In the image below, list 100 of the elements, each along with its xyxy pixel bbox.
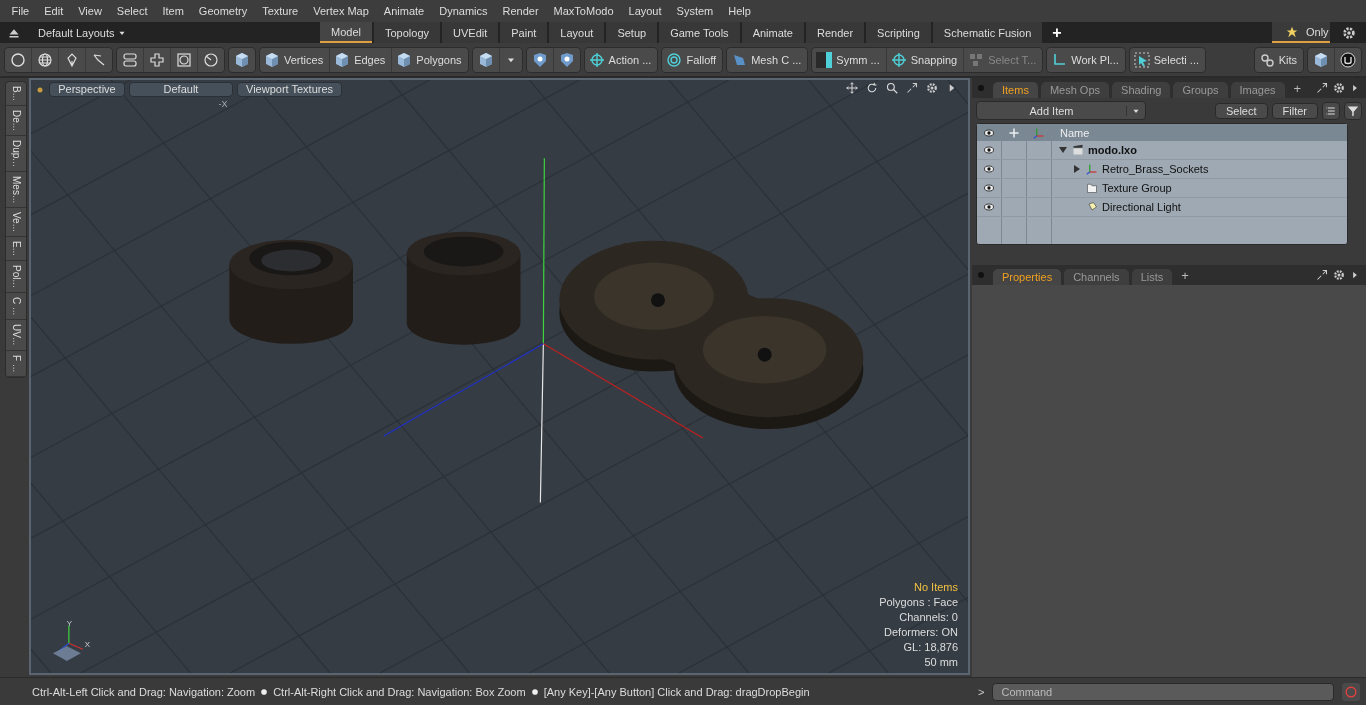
tree-row[interactable]: Directional Light [977,198,1347,217]
filter-icon-button[interactable] [1344,101,1362,120]
panel-tab[interactable]: Channels [1064,269,1129,285]
side-tab[interactable]: Mes... [6,171,26,209]
side-tab[interactable]: C ... [6,292,26,321]
search-button[interactable] [886,82,898,94]
layout-tab[interactable]: Game Tools [659,22,740,43]
expand-arrow[interactable] [1072,165,1082,173]
add-tab-button[interactable]: + [1175,266,1195,285]
layout-tab[interactable]: UVEdit [442,22,499,43]
visibility-toggle[interactable] [983,182,995,194]
layouts-dropdown[interactable]: Default Layouts [38,26,320,39]
add-tab-button[interactable]: + [1287,79,1308,98]
menu-item[interactable]: Geometry [191,5,255,17]
menu-item[interactable]: Help [720,5,759,17]
viewport-button[interactable]: Viewport Textures [237,82,343,97]
viewport-button[interactable]: Perspective [49,82,125,97]
tree-row[interactable]: Retro_Brass_Sockets [977,160,1347,179]
menu-item[interactable]: MaxToModo [546,5,621,17]
tool-button[interactable]: Polygons [392,47,468,72]
collapse-arrow[interactable] [1058,146,1068,154]
layout-tab[interactable]: Paint [500,22,548,43]
only-toggle[interactable]: Only [1272,22,1330,43]
panel-tab[interactable]: Lists [1131,269,1173,285]
panel-tab[interactable]: Mesh Ops [1040,82,1110,98]
visibility-toggle[interactable] [983,201,995,213]
maximize-button[interactable] [906,82,918,94]
settings-button[interactable] [1333,82,1345,94]
layout-tab[interactable]: Render [806,22,865,43]
visibility-toggle[interactable] [983,163,995,175]
select-button[interactable]: Select [1214,102,1268,119]
menu-item[interactable]: Edit [36,5,71,17]
cube-icon [396,51,413,68]
tool-button[interactable]: Selecti ... [1129,47,1206,72]
add-item-dropdown[interactable]: Add Item [976,101,1146,120]
tool-button[interactable]: Falloff [662,47,723,72]
tool-button[interactable]: Work Pl... [1047,47,1125,72]
filter-button[interactable]: Filter [1271,102,1318,119]
visibility-toggle[interactable] [983,144,995,156]
rotate-icon [866,82,878,94]
command-field[interactable]: Command [992,682,1334,701]
tool-button[interactable]: Snapping [886,47,965,72]
layout-tab[interactable]: Topology [373,22,440,43]
menu-item[interactable]: File [4,5,37,17]
globe-icon [37,51,53,68]
menu-item[interactable]: Item [154,5,192,17]
gear-icon [926,82,938,94]
eye-icon [983,144,995,156]
side-tab[interactable]: De... [6,106,26,137]
side-tab[interactable]: Ve... [6,208,26,238]
panel-tab[interactable]: Shading [1112,82,1171,98]
tool-button[interactable]: Mesh C ... [727,47,808,72]
side-tab[interactable]: E... [6,237,26,262]
panel-tab[interactable]: Groups [1173,82,1228,98]
logo-icon [1340,51,1356,68]
menu-item[interactable]: Select [109,5,155,17]
side-tab[interactable]: Pol... [6,261,26,293]
layout-tab[interactable]: Layout [549,22,605,43]
tool-button[interactable]: Action ... [584,47,658,72]
menu-item[interactable]: Layout [621,5,670,17]
add-tab-button[interactable]: + [1044,22,1070,43]
tool-button[interactable]: Symm ... [812,47,887,72]
status-hint: Ctrl-Alt-Left Click and Drag: Navigation: Zoom [32,685,256,698]
side-tab[interactable]: UV... [6,320,26,351]
layout-tab[interactable]: Setup [606,22,658,43]
menu-item[interactable]: Animate [376,5,432,17]
menu-item[interactable]: System [669,5,721,17]
menu-item[interactable]: Vertex Map [305,5,377,17]
side-tab[interactable]: F ... [6,350,26,377]
side-tab[interactable]: Dup... [6,136,26,172]
layout-tab[interactable]: Model [320,22,372,43]
maximize-button[interactable] [1316,82,1328,94]
gear-icon [1333,269,1345,281]
eye-icon [983,163,995,175]
menu-item[interactable]: Dynamics [431,5,495,17]
crosshair-icon [588,51,605,68]
tool-button[interactable]: Vertices [260,47,331,72]
move-button[interactable] [846,82,858,94]
tool-button[interactable]: Edges [330,47,393,72]
list-options-button[interactable] [1322,101,1340,120]
side-tab[interactable]: B... [6,82,26,106]
panel-tab[interactable]: Items [993,82,1038,98]
item-name: Retro_Brass_Sockets [1102,163,1209,175]
panel-tab[interactable]: Images [1230,82,1285,98]
rotate-button[interactable] [866,82,878,94]
gear-button[interactable] [926,82,938,94]
tree-row[interactable]: modo.lxo [977,141,1347,160]
layout-tab[interactable]: Schematic Fusion [932,22,1043,43]
maximize-button[interactable] [1316,269,1328,281]
layout-tab[interactable]: Scripting [866,22,931,43]
menu-item[interactable]: Texture [254,5,306,17]
viewport-button[interactable]: Default [129,82,233,97]
record-button[interactable] [1342,682,1360,701]
panel-tab[interactable]: Properties [993,269,1062,285]
tree-row[interactable]: Texture Group [977,179,1347,198]
menu-item[interactable]: View [70,5,110,17]
menu-item[interactable]: Render [495,5,547,17]
settings-button[interactable] [1333,269,1345,281]
layout-tab[interactable]: Animate [741,22,804,43]
tool-button[interactable]: Kits [1254,47,1303,72]
